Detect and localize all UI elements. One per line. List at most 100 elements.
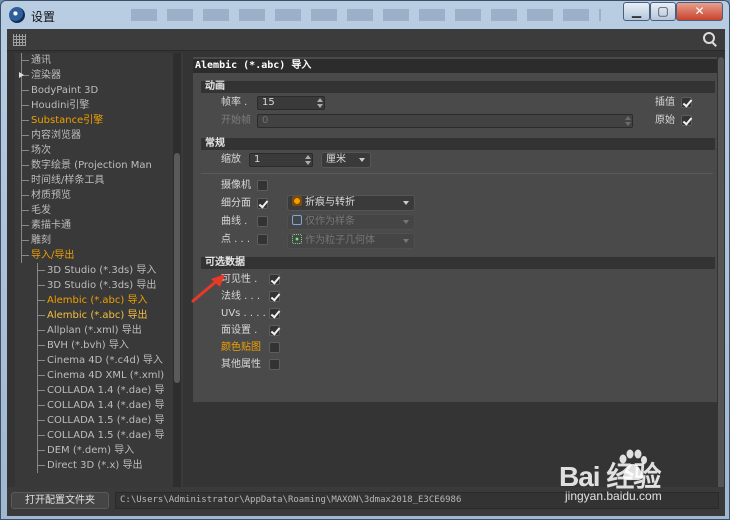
tree-item[interactable]: Cinema 4D (*.c4d) 导入: [15, 353, 183, 368]
stepper-icon[interactable]: [317, 98, 323, 108]
tree-item[interactable]: DEM (*.dem) 导入: [15, 443, 183, 458]
tree-item-label: BVH (*.bvh) 导入: [47, 340, 129, 351]
tree-item-label: 场次: [31, 145, 51, 156]
tree-connector: [37, 330, 45, 331]
optional-item-checkbox[interactable]: [269, 291, 280, 302]
optional-item-label: 面设置 .: [221, 325, 258, 336]
optional-item-checkbox[interactable]: [269, 308, 280, 319]
tree-connector: [21, 165, 29, 166]
window-title: 设置: [31, 10, 56, 24]
fps-input[interactable]: 15: [257, 96, 325, 110]
optional-item-checkbox[interactable]: [269, 359, 280, 370]
optional-item-checkbox[interactable]: [269, 274, 280, 285]
tree-item-label: Direct 3D (*.x) 导出: [47, 460, 143, 471]
tree-item[interactable]: 渲染器: [15, 68, 183, 83]
optional-item-label: 其他属性: [221, 359, 261, 370]
optional-item-label: 颜色贴图: [221, 342, 261, 353]
tree-item-label: 渲染器: [31, 70, 61, 81]
camera-checkbox[interactable]: [257, 180, 268, 191]
tree-connector: [37, 345, 45, 346]
page-scroll-thumb[interactable]: [718, 57, 724, 512]
settings-window: 设置 ▁ ▢ ✕ 通讯渲染器 BodyPaint 3D Houdini引擎 Subst…: [0, 0, 730, 520]
tree-item[interactable]: 材质预览: [15, 188, 183, 203]
grip-icon[interactable]: [13, 34, 26, 46]
tree-connector: [21, 225, 29, 226]
tree-item[interactable]: 内容浏览器: [15, 128, 183, 143]
tree-vertical-scrollbar[interactable]: [173, 53, 181, 501]
raw-checkbox[interactable]: [681, 115, 692, 126]
tree-item[interactable]: 3D Studio (*.3ds) 导出: [15, 278, 183, 293]
interp-label: 插值: [655, 97, 675, 108]
optional-item-label: UVs . . . .: [221, 308, 266, 319]
tree-item[interactable]: Cinema 4D XML (*.xml): [15, 368, 183, 383]
tree-connector: [21, 60, 29, 61]
tree-item[interactable]: 数字绘景 (Projection Man: [15, 158, 183, 173]
tree-connector: [21, 105, 29, 106]
tree-item[interactable]: COLLADA 1.4 (*.dae) 导: [15, 398, 183, 413]
subdiv-label: 细分面: [221, 198, 251, 209]
start-frame-input[interactable]: 0: [257, 114, 633, 128]
scale-input[interactable]: 1: [249, 153, 313, 167]
curves-checkbox[interactable]: [257, 216, 268, 227]
tree-item[interactable]: 导入/导出: [15, 248, 183, 263]
tree-item[interactable]: BodyPaint 3D: [15, 83, 183, 98]
tree-item[interactable]: 3D Studio (*.3ds) 导入: [15, 263, 183, 278]
tree-item[interactable]: COLLADA 1.4 (*.dae) 导: [15, 383, 183, 398]
tree-item-label: Cinema 4D (*.c4d) 导入: [47, 355, 163, 366]
tree-item[interactable]: Substance引擎: [15, 113, 183, 128]
title-bar[interactable]: 设置 ▁ ▢ ✕: [1, 1, 729, 29]
search-icon[interactable]: [703, 32, 717, 47]
tree-item[interactable]: 毛发: [15, 203, 183, 218]
section-optional: 可选数据: [201, 257, 715, 269]
settings-client-area: 通讯渲染器 BodyPaint 3D Houdini引擎 Substance引擎 内容浏…: [7, 29, 725, 516]
subdiv-dropdown[interactable]: 折痕与转折: [287, 195, 415, 211]
tree-item[interactable]: 场次: [15, 143, 183, 158]
open-config-folder-button[interactable]: 打开配置文件夹: [11, 492, 109, 509]
points-dropdown[interactable]: 作为粒子几何体: [287, 233, 415, 249]
tree-connector: [21, 180, 29, 181]
points-checkbox[interactable]: [257, 234, 268, 245]
tree-item-label: Cinema 4D XML (*.xml): [47, 370, 165, 381]
tree-item[interactable]: Alembic (*.abc) 导出: [15, 308, 183, 323]
tree-item[interactable]: 素描卡通: [15, 218, 183, 233]
expand-arrow-icon[interactable]: [19, 72, 24, 78]
stepper-icon[interactable]: [305, 155, 311, 165]
tree-item-label: 雕刻: [31, 235, 51, 246]
tree-connector: [37, 375, 45, 376]
baidu-watermark: Bai 经验 jingyan.baidu.com: [559, 449, 719, 509]
tree-item[interactable]: 时间线/样条工具: [15, 173, 183, 188]
fps-label: 帧率 .: [221, 97, 248, 108]
tree-item[interactable]: Direct 3D (*.x) 导出: [15, 458, 183, 473]
tree-item[interactable]: 通讯: [15, 53, 183, 68]
tree-connector: [21, 240, 29, 241]
interp-checkbox[interactable]: [681, 97, 692, 108]
optional-item-checkbox[interactable]: [269, 342, 280, 353]
import-settings-panel: Alembic (*.abc) 导入 动画 帧率 . 15 开始帧 0 插值 原…: [193, 57, 719, 402]
tree-item[interactable]: COLLADA 1.5 (*.dae) 导: [15, 428, 183, 443]
tree-item[interactable]: Alembic (*.abc) 导入: [15, 293, 183, 308]
points-label: 点 . . .: [221, 234, 251, 245]
tree-connector: [37, 405, 45, 406]
maximize-button[interactable]: ▢: [650, 2, 676, 21]
tree-scroll-thumb[interactable]: [174, 153, 180, 383]
tree-item[interactable]: COLLADA 1.5 (*.dae) 导: [15, 413, 183, 428]
tree-item-label: Allplan (*.xml) 导出: [47, 325, 142, 336]
tree-connector: [37, 360, 45, 361]
page-scrollbar[interactable]: [717, 57, 725, 512]
tree-item-label: COLLADA 1.5 (*.dae) 导: [47, 430, 165, 441]
tree-item[interactable]: BVH (*.bvh) 导入: [15, 338, 183, 353]
close-button[interactable]: ✕: [676, 2, 723, 21]
tree-item[interactable]: 雕刻: [15, 233, 183, 248]
minimize-button[interactable]: ▁: [623, 2, 650, 21]
toolbar: [7, 29, 725, 51]
curves-dropdown[interactable]: 仅作为样条: [287, 214, 415, 230]
tree-item-label: 3D Studio (*.3ds) 导出: [47, 280, 157, 291]
chevron-down-icon: [359, 158, 365, 162]
unit-dropdown[interactable]: 厘米: [321, 152, 371, 168]
tree-item-label: COLLADA 1.5 (*.dae) 导: [47, 415, 165, 426]
tree-connector: [21, 210, 29, 211]
subdiv-checkbox[interactable]: [257, 198, 268, 209]
optional-item-checkbox[interactable]: [269, 325, 280, 336]
tree-item[interactable]: Houdini引擎: [15, 98, 183, 113]
tree-item[interactable]: Allplan (*.xml) 导出: [15, 323, 183, 338]
